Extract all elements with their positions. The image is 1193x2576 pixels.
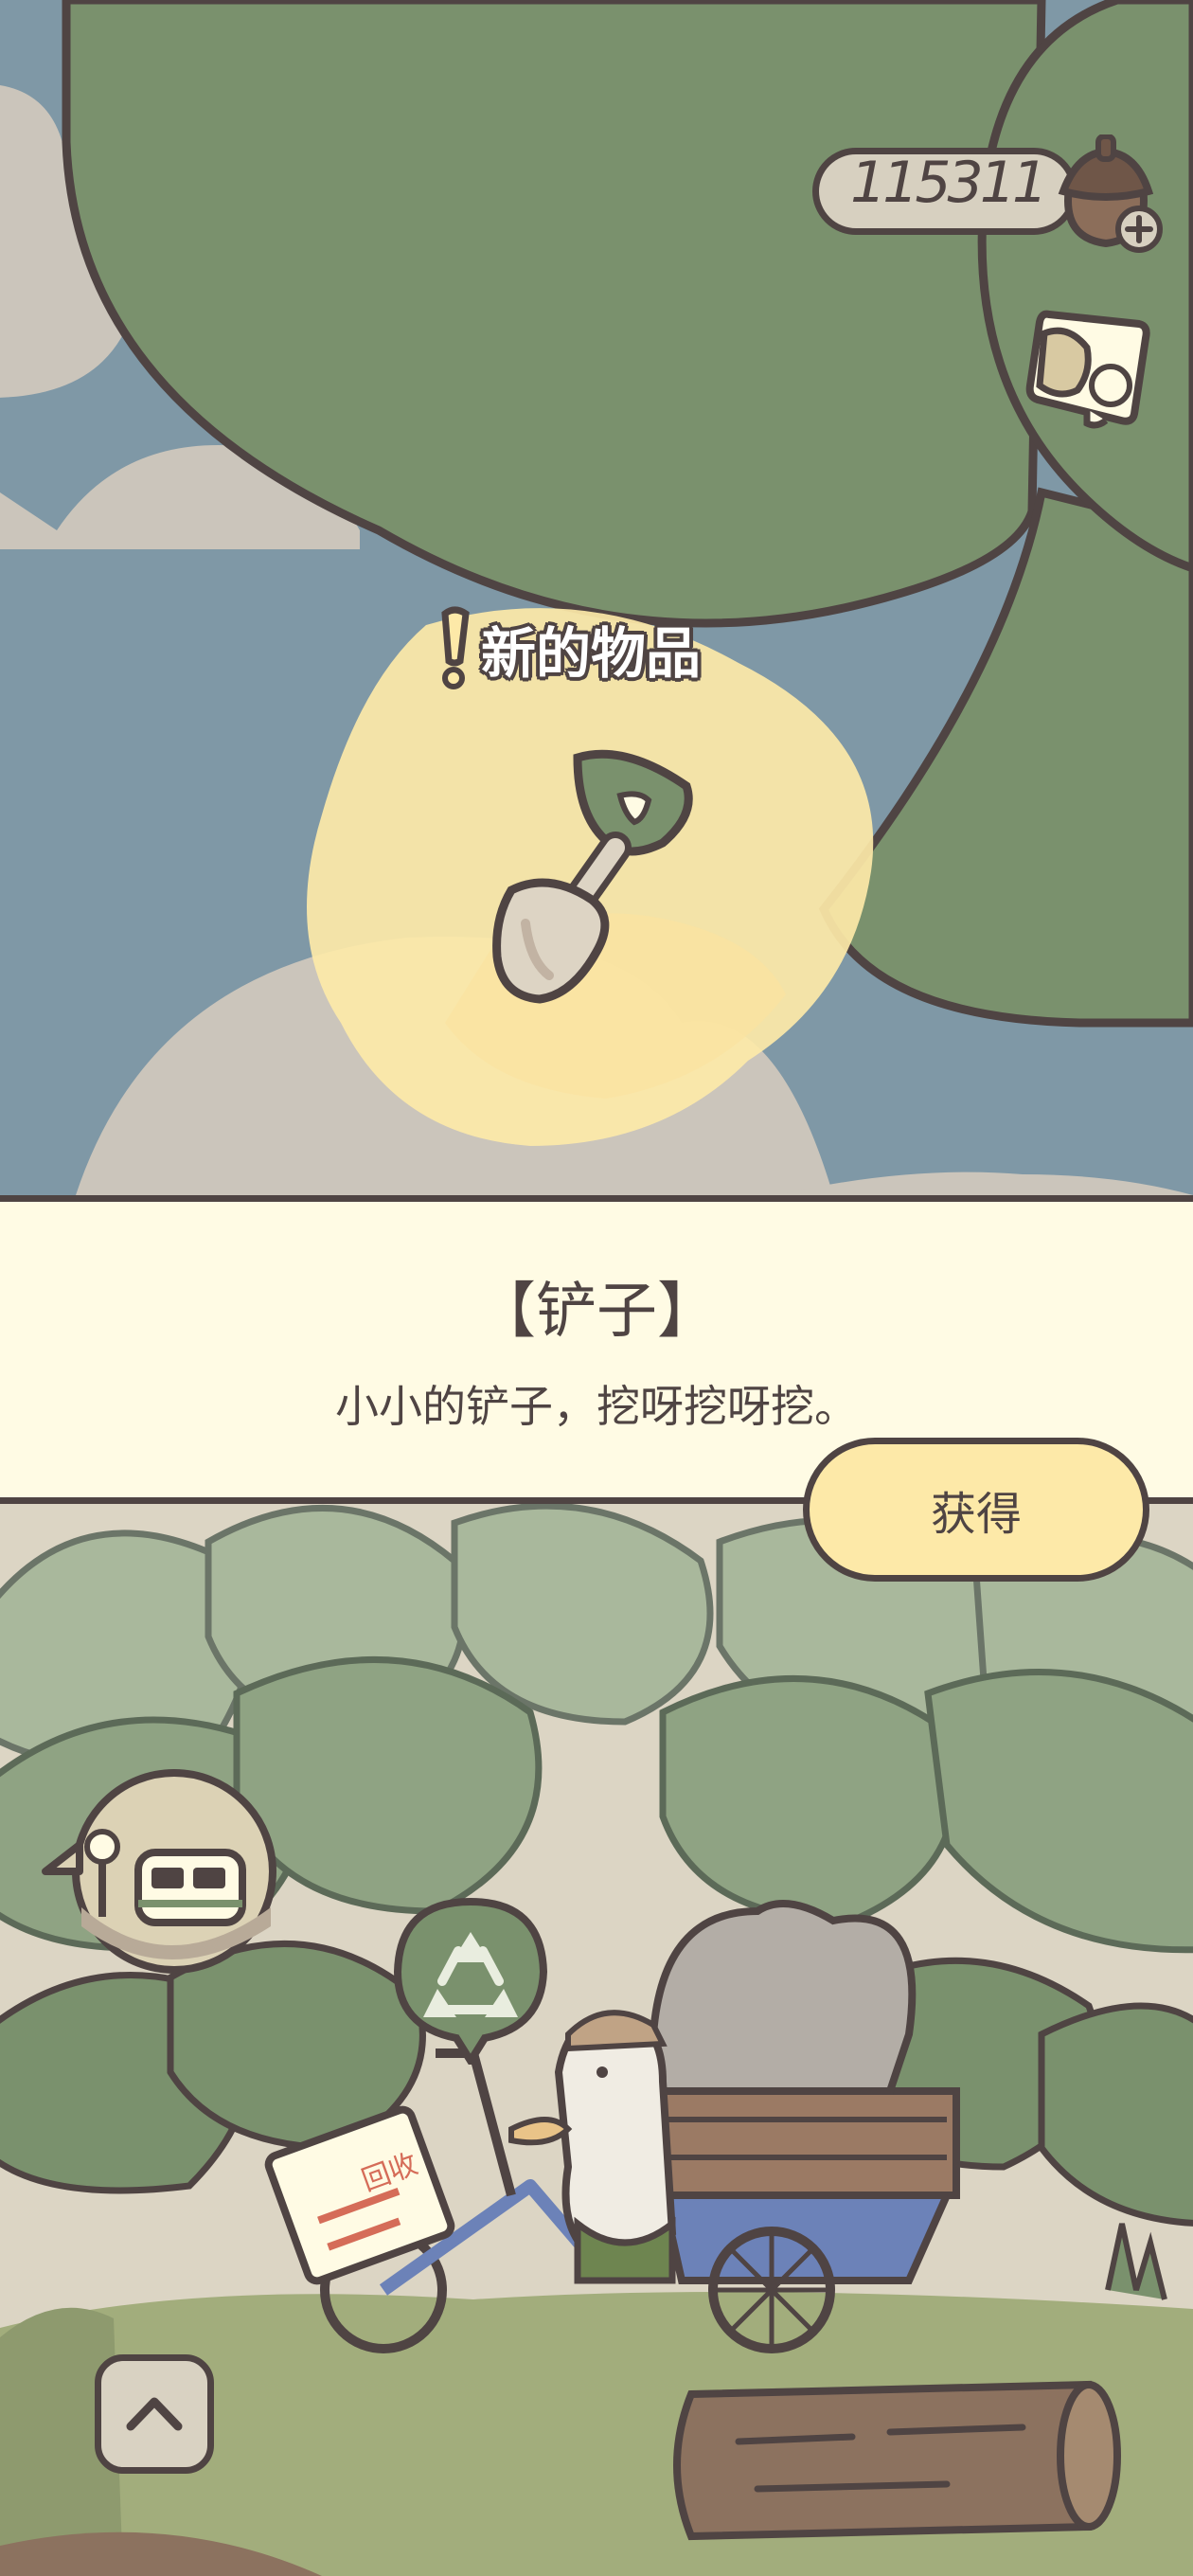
recycle-icon[interactable]: [390, 1894, 551, 2065]
currency-counter[interactable]: 115311: [812, 134, 1163, 253]
currency-value: 115311: [850, 150, 1048, 216]
new-item-badge: 新的物品: [434, 606, 701, 691]
exclamation-icon: [441, 606, 470, 689]
item-title: 【铲子】: [475, 1277, 718, 1347]
obtain-button[interactable]: 获得: [803, 1438, 1149, 1582]
bus-stop-icon[interactable]: [27, 1765, 280, 1983]
shovel-icon: [492, 749, 693, 1004]
ticket-icon[interactable]: [1021, 295, 1163, 438]
scroll-up-button[interactable]: [95, 2354, 214, 2474]
acorn-icon: [1058, 134, 1163, 253]
item-description: 小小的铲子，挖呀挖呀挖。: [335, 1381, 858, 1432]
new-item-text: 新的物品: [481, 621, 702, 686]
obtain-label: 获得: [930, 1488, 1022, 1541]
chevron-up-icon: [126, 2397, 183, 2431]
